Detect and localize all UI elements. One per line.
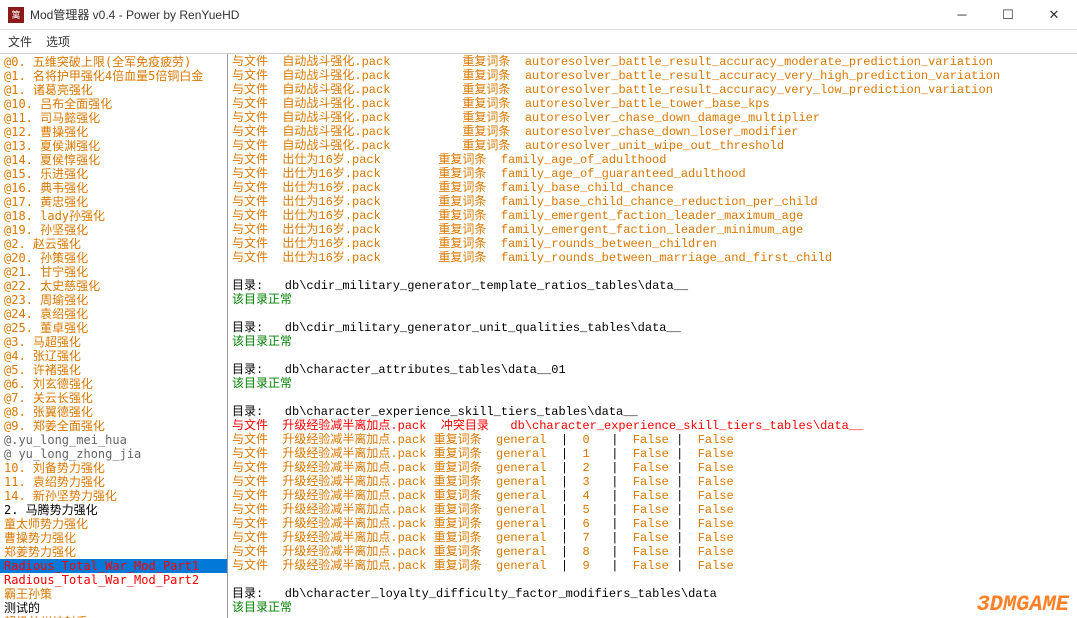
close-button[interactable]: ✕ [1031, 0, 1077, 30]
log-line: 与文件 自动战斗强化.pack 重复词条 autoresolver_battle… [232, 83, 1073, 97]
mod-list-item[interactable]: @21. 甘宁强化 [0, 265, 227, 279]
maximize-button[interactable]: ☐ [985, 0, 1031, 30]
log-line: 与文件 升级经验减半离加点.pack 重复词条 general | 4 | Fa… [232, 489, 1073, 503]
minimize-button[interactable]: ─ [939, 0, 985, 30]
mod-list-item[interactable]: @19. 孙坚强化 [0, 223, 227, 237]
log-line: 该目录正常 [232, 293, 1073, 307]
log-line [232, 573, 1073, 587]
mod-list-item[interactable]: Radious_Total_War_Mod_Part2 [0, 573, 227, 587]
mod-list-item[interactable]: @8. 张翼德强化 [0, 405, 227, 419]
mod-list-item[interactable]: @14. 夏侯惇强化 [0, 153, 227, 167]
log-line: 与文件 出仕为16岁.pack 重复词条 family_age_of_adult… [232, 153, 1073, 167]
log-line: 与文件 出仕为16岁.pack 重复词条 family_rounds_betwe… [232, 237, 1073, 251]
menu-file[interactable]: 文件 [8, 33, 32, 50]
log-panel[interactable]: 与文件 自动战斗强化.pack 重复词条 autoresolver_battle… [228, 54, 1077, 618]
log-line: 与文件 自动战斗强化.pack 重复词条 autoresolver_chase_… [232, 111, 1073, 125]
mod-list-item[interactable]: @11. 司马懿强化 [0, 111, 227, 125]
log-line: 与文件 自动战斗强化.pack 重复词条 autoresolver_unit_w… [232, 139, 1073, 153]
log-line: 与文件 出仕为16岁.pack 重复词条 family_age_of_guara… [232, 167, 1073, 181]
mod-list-item[interactable]: @23. 周瑜强化 [0, 293, 227, 307]
log-line: 目录: db\character_attributes_tables\data_… [232, 363, 1073, 377]
log-line: 与文件 升级经验减半离加点.pack 重复词条 general | 2 | Fa… [232, 461, 1073, 475]
log-line: 与文件 升级经验减半离加点.pack 重复词条 general | 8 | Fa… [232, 545, 1073, 559]
mod-list-item[interactable]: @15. 乐进强化 [0, 167, 227, 181]
log-line: 与文件 升级经验减半离加点.pack 重复词条 general | 5 | Fa… [232, 503, 1073, 517]
mod-list-item[interactable]: @.yu_long_mei_hua [0, 433, 227, 447]
log-line: 该目录正常 [232, 377, 1073, 391]
log-line [232, 391, 1073, 405]
mod-list-item[interactable]: 郑姜势力强化 [0, 545, 227, 559]
mod-list-item[interactable]: @ yu_long_zhong_jia [0, 447, 227, 461]
mod-list-item[interactable]: @5. 许褚强化 [0, 363, 227, 377]
window-buttons: ─ ☐ ✕ [939, 0, 1077, 30]
mod-list-item[interactable]: @12. 曹操强化 [0, 125, 227, 139]
mod-list-item[interactable]: 曹操势力强化 [0, 531, 227, 545]
titlebar: 篱 Mod管理器 v0.4 - Power by RenYueHD ─ ☐ ✕ [0, 0, 1077, 30]
mod-list-item[interactable]: @13. 夏侯渊强化 [0, 139, 227, 153]
log-line: 与文件 自动战斗强化.pack 重复词条 autoresolver_battle… [232, 55, 1073, 69]
mod-list-item[interactable]: @0. 五维突破上限(全军免疫疲劳) [0, 55, 227, 69]
mod-list-item[interactable]: @6. 刘玄德强化 [0, 377, 227, 391]
log-line: 与文件 出仕为16岁.pack 重复词条 family_emergent_fac… [232, 209, 1073, 223]
log-line: 目录: db\cdir_military_generator_template_… [232, 279, 1073, 293]
menu-options[interactable]: 选项 [46, 33, 70, 50]
mod-list-item[interactable]: @9. 郑姜全面强化 [0, 419, 227, 433]
log-line: 与文件 自动战斗强化.pack 重复词条 autoresolver_battle… [232, 69, 1073, 83]
log-line [232, 349, 1073, 363]
log-line: 与文件 升级经验减半离加点.pack 冲突目录 db\character_exp… [232, 419, 1073, 433]
mod-list-item[interactable]: 童太师势力强化 [0, 517, 227, 531]
log-line: 目录: db\cdir_military_generator_unit_qual… [232, 321, 1073, 335]
log-line: 该目录正常 [232, 601, 1073, 615]
mod-list-item[interactable]: @24. 袁绍强化 [0, 307, 227, 321]
log-line: 与文件 出仕为16岁.pack 重复词条 family_base_child_c… [232, 181, 1073, 195]
log-line: 与文件 自动战斗强化.pack 重复词条 autoresolver_battle… [232, 97, 1073, 111]
log-line: 该目录正常 [232, 335, 1073, 349]
mod-list-item[interactable]: 霸王孙策 [0, 587, 227, 601]
mod-list-item[interactable]: 14. 新孙坚势力强化 [0, 489, 227, 503]
log-line [232, 307, 1073, 321]
mod-list-item[interactable]: 11. 袁绍势力强化 [0, 475, 227, 489]
mod-list-item[interactable]: 测试的 [0, 601, 227, 615]
menubar: 文件 选项 [0, 30, 1077, 54]
log-line: 与文件 升级经验减半离加点.pack 重复词条 general | 0 | Fa… [232, 433, 1073, 447]
mod-list-item[interactable]: @3. 马超强化 [0, 335, 227, 349]
mod-list-item[interactable]: @17. 黄忠强化 [0, 195, 227, 209]
log-line: 与文件 升级经验减半离加点.pack 重复词条 general | 7 | Fa… [232, 531, 1073, 545]
mod-list-item[interactable]: @7. 关云长强化 [0, 391, 227, 405]
mod-list-item[interactable]: @2. 赵云强化 [0, 237, 227, 251]
mod-list-item[interactable]: @1. 诸葛亮强化 [0, 83, 227, 97]
mod-list-item[interactable]: @18. lady孙强化 [0, 209, 227, 223]
log-line: 与文件 自动战斗强化.pack 重复词条 autoresolver_chase_… [232, 125, 1073, 139]
log-line [232, 265, 1073, 279]
log-line: 目录: db\character_experience_skill_tiers_… [232, 405, 1073, 419]
log-line: 目录: db\character_loyalty_difficulty_fact… [232, 587, 1073, 601]
mod-list-item[interactable]: @25. 董卓强化 [0, 321, 227, 335]
log-line: 与文件 升级经验减半离加点.pack 重复词条 general | 9 | Fa… [232, 559, 1073, 573]
mod-list-item[interactable]: @10. 吕布全面强化 [0, 97, 227, 111]
mod-list-item[interactable]: 10. 刘备势力强化 [0, 461, 227, 475]
window-title: Mod管理器 v0.4 - Power by RenYueHD [30, 6, 939, 23]
mod-list-item[interactable]: @16. 典韦强化 [0, 181, 227, 195]
log-line: 与文件 出仕为16岁.pack 重复词条 family_emergent_fac… [232, 223, 1073, 237]
mod-list-item[interactable]: @22. 太史慈强化 [0, 279, 227, 293]
log-line: 与文件 升级经验减半离加点.pack 重复词条 general | 6 | Fa… [232, 517, 1073, 531]
app-icon: 篱 [8, 7, 24, 23]
log-line: 与文件 出仕为16岁.pack 重复词条 family_rounds_betwe… [232, 251, 1073, 265]
log-line: 与文件 出仕为16岁.pack 重复词条 family_base_child_c… [232, 195, 1073, 209]
log-line: 与文件 升级经验减半离加点.pack 重复词条 general | 3 | Fa… [232, 475, 1073, 489]
log-line: 与文件 升级经验减半离加点.pack 重复词条 general | 1 | Fa… [232, 447, 1073, 461]
mod-list-item[interactable]: @4. 张辽强化 [0, 349, 227, 363]
mod-list-item[interactable]: Radious_Total_War_Mod_Part1 [0, 559, 227, 573]
mod-list-item[interactable]: @1. 名将护甲强化4倍血量5倍铜白金 [0, 69, 227, 83]
mod-list-item[interactable]: @20. 孙策强化 [0, 251, 227, 265]
mod-list-item[interactable]: 2. 马腾势力强化 [0, 503, 227, 517]
mod-list-sidebar[interactable]: @0. 五维突破上限(全军免疫疲劳)@1. 名将护甲强化4倍血量5倍铜白金@1.… [0, 54, 228, 618]
